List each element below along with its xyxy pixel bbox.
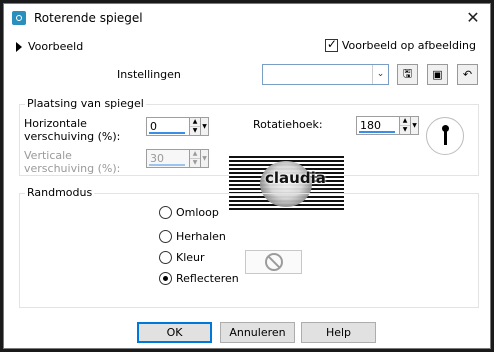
dial-knob bbox=[442, 125, 449, 132]
preview-on-image-label: Voorbeeld op afbeelding bbox=[341, 39, 476, 52]
preview-on-image-checkbox[interactable] bbox=[324, 37, 338, 52]
edge-mode-title: Randmodus bbox=[25, 186, 95, 199]
reset-icon: ↶ bbox=[462, 68, 473, 81]
logo-text: claudia bbox=[265, 169, 326, 187]
rotation-label: Rotatiehoek: bbox=[253, 118, 323, 131]
radio-wrap-label: Omloop bbox=[176, 206, 219, 219]
horizontal-offset-stepper[interactable]: 0 ▲ ▼ ▼ bbox=[146, 117, 209, 136]
cancel-button[interactable]: Annuleren bbox=[220, 322, 295, 343]
rotation-stepper[interactable]: 180 ▲ ▼ ▼ bbox=[356, 116, 419, 135]
vertical-offset-input: 30 bbox=[146, 149, 190, 168]
arrow-up-icon: ▲ bbox=[190, 150, 200, 159]
radio-wrap-button[interactable] bbox=[159, 206, 172, 219]
settings-label: Instellingen bbox=[117, 68, 181, 81]
vertical-offset-arrows: ▲ ▼ bbox=[190, 149, 201, 168]
preview-toggle[interactable]: Voorbeeld bbox=[16, 40, 83, 53]
arrow-down-icon: ▼ bbox=[190, 159, 200, 167]
rotation-dropdown[interactable]: ▼ bbox=[411, 116, 419, 135]
ok-button[interactable]: OK bbox=[137, 322, 212, 343]
randomize-button[interactable]: ▣ bbox=[427, 64, 448, 85]
radio-color-button[interactable] bbox=[159, 251, 172, 264]
preview-on-image-checkbox-row[interactable]: Voorbeeld op afbeelding bbox=[324, 37, 476, 52]
radio-reflect-button[interactable] bbox=[159, 272, 172, 285]
horizontal-offset-input[interactable]: 0 bbox=[146, 117, 190, 136]
reset-button[interactable]: ↶ bbox=[457, 64, 478, 85]
radio-wrap[interactable]: Omloop bbox=[159, 206, 219, 219]
mirror-placement-title: Plaatsing van spiegel bbox=[25, 97, 146, 110]
no-symbol-icon bbox=[264, 253, 283, 271]
rotation-arrows[interactable]: ▲ ▼ bbox=[400, 116, 411, 135]
horizontal-offset-label: Horizontale verschuiving (%): bbox=[24, 117, 120, 143]
arrow-down-icon[interactable]: ▼ bbox=[400, 126, 410, 134]
radio-repeat[interactable]: Herhalen bbox=[159, 230, 226, 243]
settings-dropdown[interactable]: ⌄ bbox=[262, 64, 389, 85]
arrow-up-icon[interactable]: ▲ bbox=[190, 118, 200, 127]
horizontal-offset-label-line1: Horizontale bbox=[24, 117, 87, 130]
titlebar: Roterende spiegel ✕ bbox=[4, 4, 490, 32]
vertical-offset-label-line2: verschuiving (%): bbox=[24, 162, 121, 175]
horizontal-offset-arrows[interactable]: ▲ ▼ bbox=[190, 117, 201, 136]
expand-triangle-icon bbox=[16, 41, 22, 52]
dice-icon: ▣ bbox=[432, 68, 443, 81]
radio-color[interactable]: Kleur bbox=[159, 251, 205, 264]
horizontal-offset-dropdown[interactable]: ▼ bbox=[201, 117, 209, 136]
vertical-offset-dropdown: ▼ bbox=[201, 149, 209, 168]
window-title: Roterende spiegel bbox=[34, 11, 143, 25]
arrow-up-icon[interactable]: ▲ bbox=[400, 117, 410, 126]
dialog-window: Roterende spiegel ✕ Voorbeeld Voorbeeld … bbox=[3, 3, 491, 349]
save-icon: 🖫 bbox=[402, 67, 413, 80]
close-button[interactable]: ✕ bbox=[462, 8, 484, 28]
radio-color-label: Kleur bbox=[176, 251, 205, 264]
horizontal-offset-label-line2: verschuiving (%): bbox=[24, 130, 121, 143]
vertical-offset-label: Verticale verschuiving (%): bbox=[24, 149, 120, 175]
rotation-input[interactable]: 180 bbox=[356, 116, 400, 135]
rotation-dial[interactable] bbox=[426, 117, 464, 155]
help-button[interactable]: Help bbox=[301, 322, 376, 343]
camera-icon bbox=[12, 11, 26, 25]
vertical-offset-stepper: 30 ▲ ▼ ▼ bbox=[146, 149, 209, 168]
arrow-down-icon[interactable]: ▼ bbox=[190, 127, 200, 135]
radio-reflect[interactable]: Reflecteren bbox=[159, 272, 239, 285]
save-preset-button[interactable]: 🖫 bbox=[397, 64, 418, 85]
radio-repeat-button[interactable] bbox=[159, 230, 172, 243]
radio-reflect-label: Reflecteren bbox=[176, 272, 239, 285]
chevron-down-icon[interactable]: ⌄ bbox=[372, 65, 388, 84]
preview-toggle-label: Voorbeeld bbox=[28, 40, 84, 53]
color-swatch-button bbox=[245, 250, 302, 274]
radio-repeat-label: Herhalen bbox=[176, 230, 226, 243]
vertical-offset-label-line1: Verticale bbox=[24, 149, 72, 162]
